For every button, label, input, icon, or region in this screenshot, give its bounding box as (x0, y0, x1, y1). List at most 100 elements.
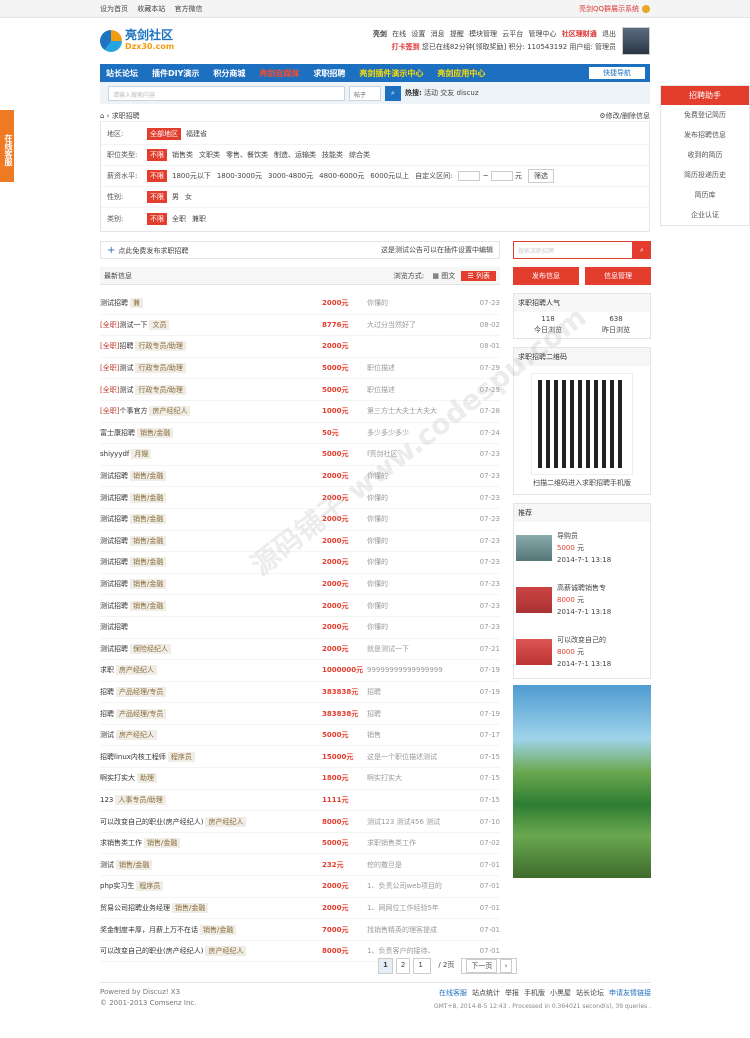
row-category[interactable]: 兼 (130, 298, 143, 309)
user-link[interactable]: 云平台 (502, 30, 523, 38)
filter-selected[interactable]: 不限 (147, 149, 167, 161)
page-2[interactable]: 2 (395, 958, 411, 974)
row-category[interactable]: 产品经理/专员 (116, 686, 167, 697)
row-title-cell[interactable]: [全职]测试 行政专员/助理 (100, 363, 322, 374)
table-row[interactable]: 123 人事专员/助理 1111元 07-15 (100, 790, 500, 812)
table-row[interactable]: 求职 房产经纪人 1000000元 99999999999999999 07-19 (100, 660, 500, 682)
row-title-cell[interactable]: 招聘linux内核工程师 程序员 (100, 751, 322, 762)
next-page-button[interactable]: 下一页 › (461, 958, 518, 974)
row-title-cell[interactable]: 测试招聘 销售/金融 (100, 600, 322, 611)
nav-item[interactable]: 积分商城 (213, 68, 245, 79)
checkin-link[interactable]: 打卡签到 (392, 43, 420, 51)
row-title-cell[interactable]: 啊实打实大 助理 (100, 773, 322, 784)
row-title-cell[interactable]: 123 人事专员/助理 (100, 794, 322, 805)
row-category[interactable]: 助理 (137, 773, 157, 784)
row-category[interactable]: 销售/金融 (200, 924, 237, 935)
side-search-button[interactable]: ⌕ (633, 241, 651, 259)
table-row[interactable]: 测试 销售/金融 232元 挖的撒旦是 07-01 (100, 854, 500, 877)
row-title[interactable]: 招聘linux内核工程师 (100, 753, 166, 761)
row-category[interactable]: 销售/金融 (130, 492, 167, 503)
row-title-cell[interactable]: 测试 房产经纪人 (100, 730, 322, 741)
filter-selected[interactable]: 全部地区 (147, 128, 181, 140)
online-service-tab[interactable]: 在线客服 (0, 110, 14, 182)
hot-link[interactable]: 交友 (440, 89, 454, 97)
manage-info-button[interactable]: 信息管理 (585, 267, 651, 285)
hot-link[interactable]: discuz (457, 89, 479, 97)
row-category[interactable]: 销售/金融 (130, 600, 167, 611)
row-category[interactable]: 房产经纪人 (116, 665, 157, 676)
row-category[interactable]: 月嫂 (131, 449, 152, 460)
hot-link[interactable]: 活动 (424, 89, 438, 97)
helper-item[interactable]: 简历投递历史 (661, 165, 749, 185)
row-category[interactable]: 销售/金融 (130, 471, 167, 482)
row-title-cell[interactable]: 测试招聘 销售/金融 (100, 471, 322, 482)
footer-link[interactable]: 申请友情链接 (609, 989, 651, 997)
row-title[interactable]: 啊实打实大 (100, 774, 135, 782)
username[interactable]: 亮剑 (373, 30, 387, 38)
table-row[interactable]: [全职]测试一下 文员 8776元 大过分当然好了 08-02 (100, 315, 500, 337)
row-title[interactable]: 奖金制度丰厚，月薪上万不在话 (100, 926, 198, 934)
page-1[interactable]: 1 (378, 958, 393, 974)
row-title-cell[interactable]: shiyyydf 月嫂 (100, 449, 322, 460)
row-title[interactable]: 招聘 (100, 688, 114, 696)
row-title[interactable]: php实习生 (100, 882, 134, 890)
row-category[interactable]: 销售/金融 (172, 902, 209, 913)
table-row[interactable]: 招聘linux内核工程师 程序员 15000元 这是一个职位描述测试 07-15 (100, 746, 500, 769)
table-row[interactable]: 招聘 产品经理/专员 383838元 招聘 07-19 (100, 703, 500, 725)
range-min-input[interactable] (458, 171, 481, 181)
footer-link[interactable]: 站长论坛 (576, 989, 604, 997)
row-title[interactable]: 测试招聘 (100, 602, 128, 610)
filter-option[interactable]: 制造、运输类 (274, 150, 316, 160)
table-row[interactable]: 招聘 产品经理/专员 383838元 招聘 07-19 (100, 682, 500, 704)
footer-link[interactable]: 举报 (505, 989, 519, 997)
row-category[interactable]: 文员 (149, 319, 170, 330)
breadcrumb-current[interactable]: 求职招聘 (112, 112, 140, 120)
row-title[interactable]: 测试招聘 (100, 494, 128, 502)
row-title[interactable]: 可以改变自己的职业(房产经纪人) (100, 818, 203, 826)
filter-selected[interactable]: 不限 (147, 170, 167, 182)
row-title[interactable]: 求销售类工作 (100, 839, 142, 847)
user-group[interactable]: 用户组: 管理员 (569, 43, 616, 51)
helper-item[interactable]: 企业认证 (661, 205, 749, 225)
row-category[interactable]: 产品经理/专员 (116, 708, 167, 719)
set-homepage-link[interactable]: 设为首页 (100, 5, 128, 13)
wechat-link[interactable]: 官方微信 (174, 5, 202, 13)
online-time[interactable]: 您已在线82分钟[领取奖励] (422, 43, 506, 51)
row-title-cell[interactable]: 贸易公司招聘业务经理 销售/金融 (100, 902, 322, 913)
row-title[interactable]: 测试招聘 (100, 558, 128, 566)
table-row[interactable]: 测试 房产经纪人 5000元 销售 07-17 (100, 725, 500, 747)
nav-item[interactable]: 站长论坛 (106, 68, 138, 79)
row-title[interactable]: 测试 (100, 731, 114, 739)
table-row[interactable]: 测试招聘 销售/金融 2000元 你懂的 07-23 (100, 574, 500, 596)
row-title-cell[interactable]: 测试 销售/金融 (100, 859, 322, 870)
row-title-cell[interactable]: 测试招聘 销售/金融 (100, 492, 322, 503)
points[interactable]: 积分: 110543192 (509, 43, 568, 51)
row-title-cell[interactable]: 测试招聘兼 (100, 298, 322, 309)
row-title-cell[interactable]: 奖金制度丰厚，月薪上万不在话 销售/金融 (100, 924, 322, 935)
filter-option[interactable]: 女 (185, 192, 192, 202)
row-title[interactable]: 测试招聘 (100, 472, 128, 480)
row-title-cell[interactable]: 招聘 产品经理/专员 (100, 686, 322, 697)
row-title[interactable]: 测试招聘 (100, 623, 128, 631)
helper-item[interactable]: 简历库 (661, 185, 749, 205)
row-category[interactable]: 销售/金融 (116, 859, 153, 870)
footer-link[interactable]: 小黑屋 (550, 989, 571, 997)
filter-option[interactable]: 技能类 (322, 150, 343, 160)
filter-option[interactable]: 1800元以下 (172, 171, 211, 181)
row-title-cell[interactable]: [全职]招聘 行政专员/助理 (100, 341, 322, 352)
recommend-item[interactable]: 导购员 5000 元 2014-7-1 13:18 (514, 522, 650, 574)
row-title[interactable]: 贸易公司招聘业务经理 (100, 904, 170, 912)
user-link[interactable]: 消息 (431, 30, 445, 38)
row-title-cell[interactable]: 测试招聘 (100, 622, 322, 632)
nav-item[interactable]: 亮剑应用中心 (437, 68, 485, 79)
row-title[interactable]: 招聘 (100, 710, 114, 718)
row-title[interactable]: 测试 (100, 861, 114, 869)
table-row[interactable]: 求销售类工作 销售/金融 5000元 求职销售类工作 07-02 (100, 833, 500, 855)
row-title-cell[interactable]: php实习生 程序员 (100, 881, 322, 892)
user-link[interactable]: 设置 (411, 30, 425, 38)
nav-item[interactable]: 亮剑自媒体 (259, 68, 299, 79)
filter-option[interactable]: 全职 (172, 214, 186, 224)
row-title-cell[interactable]: 可以改变自己的职业(房产经纪人) 房产经纪人 (100, 816, 322, 827)
row-title-cell[interactable]: [全职]个事官方 房产经纪人 (100, 406, 322, 417)
filter-option[interactable]: 文职类 (199, 150, 220, 160)
